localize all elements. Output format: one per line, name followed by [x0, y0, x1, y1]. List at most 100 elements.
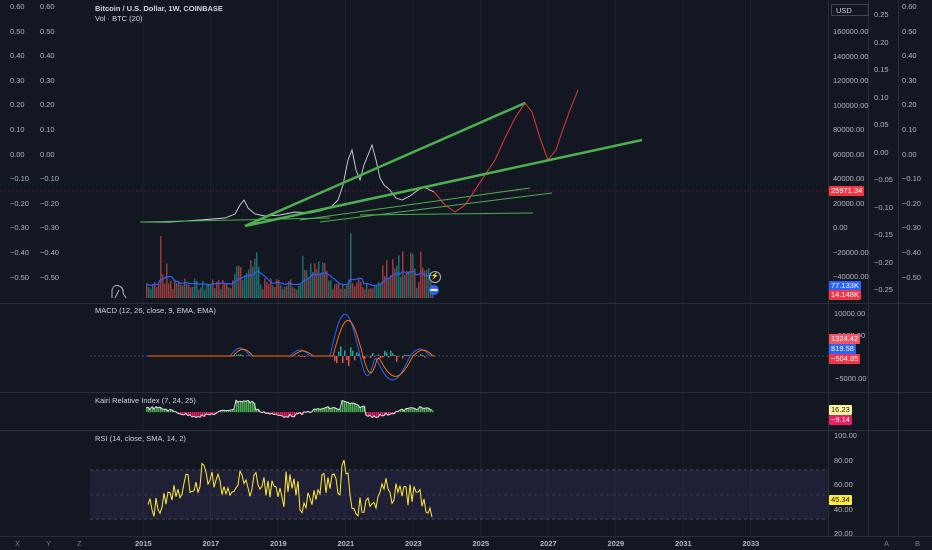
macd-hist-bar [300, 356, 302, 358]
scale-toggle-icon[interactable]: A [884, 539, 889, 548]
volume-bar [376, 284, 378, 298]
price-axis-label: 20000.00 [833, 198, 865, 208]
dino-logo [111, 285, 127, 299]
macd-hist-bar [338, 351, 340, 356]
macd-hist-bar [372, 353, 374, 356]
kri-hist-bar [292, 412, 294, 417]
volume-bar [370, 288, 372, 298]
macd-hist-bar [354, 356, 356, 361]
volume-tag: 14.148K [829, 290, 861, 300]
time-axis-label: 2021 [337, 539, 355, 548]
grid-lines [142, 0, 751, 536]
volume-title[interactable]: Vol · BTC (20) [95, 14, 143, 23]
outer-left-axis-label: −0.30 [10, 223, 29, 233]
price-axis-label: 100000.00 [833, 100, 869, 110]
volume-bar [388, 277, 390, 298]
volume-bar [220, 289, 222, 298]
kri-hist-bar [424, 408, 426, 413]
alert-icon[interactable]: ⚡ [429, 271, 441, 283]
far-right-axis-label: 0.20 [902, 100, 917, 110]
volume-bar [332, 289, 334, 298]
symbol-title[interactable]: Bitcoin / U.S. Dollar, 1W, COINBASE [95, 4, 223, 13]
trend-line[interactable] [319, 192, 553, 223]
macd-hist-bar [342, 356, 344, 363]
time-axis-separator [0, 536, 932, 537]
kri-title[interactable]: Kairi Relative Index (7, 24, 25) [95, 396, 196, 405]
volume-bar [404, 274, 406, 298]
mid-right-axis-label: 0.15 [874, 65, 889, 74]
outer-left-axis-label: 0.20 [10, 100, 25, 110]
axis-toggle-icon[interactable]: X [15, 539, 20, 548]
trend-lines[interactable] [139, 101, 643, 228]
volume-bar [418, 281, 420, 298]
kri-hist-bar [240, 401, 242, 413]
volume-bar [246, 273, 248, 298]
volume-bar [252, 266, 254, 298]
price-axis-label: 0.00 [833, 223, 848, 232]
trend-line[interactable] [244, 138, 643, 228]
kri-hist-bar [286, 412, 288, 417]
volume-bar [298, 285, 300, 298]
axis-toggle-icon[interactable]: Y [46, 539, 51, 548]
macd-hist-bar [356, 352, 358, 356]
currency-selector[interactable]: USD [831, 4, 869, 16]
scale-toggle-icon[interactable]: B [915, 539, 920, 548]
inner-left-axis-label: −0.20 [40, 198, 59, 208]
volume-bar [364, 289, 366, 298]
volume-bar [158, 283, 160, 298]
time-axis-label: 2025 [472, 539, 490, 548]
pane-separator-rsi[interactable] [0, 430, 932, 431]
volume-bar [256, 252, 258, 298]
mid-right-axis-label: 0.05 [874, 120, 889, 129]
volume-bar [394, 268, 396, 298]
volume-bar [244, 275, 246, 298]
macd-title[interactable]: MACD (12, 26, close, 9, EMA, EMA) [95, 306, 216, 315]
volume-bar [392, 259, 394, 298]
macd-hist-bar [408, 355, 410, 356]
kri-hist-bar [244, 400, 246, 413]
volume-bar [266, 281, 268, 298]
kri-hist-bar [426, 407, 428, 413]
inner-left-axis-label: 0.40 [40, 51, 55, 61]
trend-line[interactable] [244, 101, 526, 228]
kri-hist-tag: −9.14 [829, 415, 852, 425]
macd-hist-bar [240, 354, 242, 356]
volume-bar [148, 287, 150, 298]
time-axis-label: 2029 [607, 539, 625, 548]
mid-right-axis-label: −0.05 [874, 175, 893, 184]
volume-bar [344, 288, 346, 298]
price-axis-label: 40000.00 [833, 174, 865, 183]
macd-hist-bar [350, 347, 352, 356]
outer-left-axis-label: −0.50 [10, 272, 29, 282]
volume-bar [426, 269, 428, 298]
volume-bar [306, 270, 308, 298]
far-right-axis-label: −0.20 [902, 198, 921, 208]
volume-bar [146, 284, 148, 298]
axis-toggle-icon[interactable]: Z [77, 539, 82, 548]
rsi-title[interactable]: RSI (14, close, SMA, 14, 2) [95, 434, 186, 443]
kri-hist-bar [346, 401, 348, 413]
volume-bar [178, 282, 180, 298]
volume-bar [408, 271, 410, 298]
time-axis-label: 2015 [135, 539, 152, 548]
flag-icon[interactable]: ▬ [429, 285, 439, 295]
pane-separator-kri[interactable] [0, 392, 932, 393]
inner-left-axis-label: −0.50 [40, 272, 59, 282]
chart-canvas[interactable] [0, 0, 932, 550]
volume-bar [356, 282, 358, 298]
kri-hist-bar [362, 406, 364, 413]
last-price-tag: 25971.34 [829, 186, 865, 196]
kri-hist-bar [330, 408, 332, 413]
pane-separator-macd[interactable] [0, 303, 932, 304]
volume-bar [168, 283, 170, 298]
inner-left-axis-label: −0.10 [40, 174, 59, 184]
macd-hist-tag: 1324.42 [829, 334, 861, 344]
macd-hist-bar [348, 356, 350, 367]
price-axis-border [828, 0, 829, 536]
volume-bar [286, 286, 288, 298]
projection-line [433, 89, 579, 213]
volume-bar [396, 265, 398, 298]
volume-bar [284, 286, 286, 298]
inner-left-axis-label: 0.00 [40, 149, 55, 159]
volume-bar [226, 284, 228, 298]
